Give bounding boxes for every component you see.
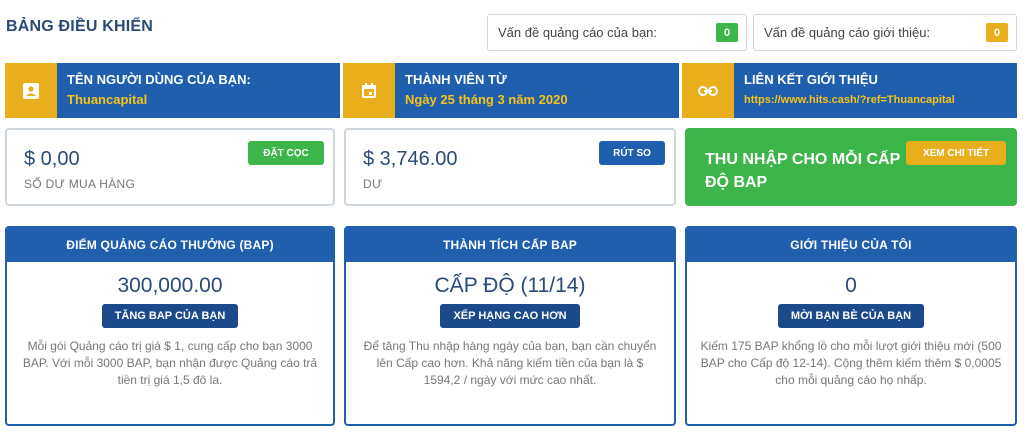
my-ad-issues-box: Vấn đề quảng cáo của bạn: 0 [487, 14, 747, 51]
bap-points-description: Mỗi gói Quảng cáo trị giá $ 1, cung cấp … [22, 339, 318, 387]
my-referrals-value: 0 [845, 274, 857, 297]
bap-points-value: 300,000.00 [117, 274, 223, 297]
referral-ad-issues-label: Vấn đề quảng cáo giới thiệu: [764, 25, 931, 40]
increase-bap-button[interactable]: TĂNG BAP CỦA BẠN [101, 304, 239, 328]
page-title: BẢNG ĐIỀU KHIỂN [6, 18, 154, 35]
username-value: Thuancapital [67, 92, 148, 107]
earnings-per-level-card: THU NHẬP CHO MỖI CẤP ĐỘ BAP XEM CHI TIẾT [685, 128, 1017, 206]
rank-up-button[interactable]: XẾP HẠNG CAO HƠN [440, 304, 580, 328]
my-referrals-description: Kiếm 175 BAP khổng lồ cho mỗi lượt giới … [700, 339, 1002, 387]
referral-link-card: LIÊN KẾT GIỚI THIỆU https://www.hits.cas… [682, 63, 1017, 118]
invite-friends-button[interactable]: MỜI BẠN BÈ CỦA BẠN [777, 304, 925, 328]
bap-level-card: THÀNH TÍCH CẤP BAP CẤP ĐỘ (11/14) XẾP HẠ… [344, 226, 676, 426]
link-icon [682, 63, 734, 118]
user-badge-icon [5, 63, 57, 118]
member-since-card: THÀNH VIÊN TỪ Ngày 25 tháng 3 năm 2020 [343, 63, 679, 118]
balance-card: $ 3,746.00 DƯ RÚT SO [344, 128, 676, 206]
referral-link-value[interactable]: https://www.hits.cash/?ref=Thuancapital [744, 94, 1007, 106]
bap-level-header: THÀNH TÍCH CẤP BAP [346, 228, 674, 262]
purchase-balance-card: $ 0,00 SỐ DƯ MUA HÀNG ĐẶT CỌC [5, 128, 335, 206]
referral-ad-issues-count-badge[interactable]: 0 [986, 23, 1008, 42]
username-card: TÊN NGƯỜI DÙNG CỦA BẠN: Thuancapital [5, 63, 340, 118]
balance-amount: $ 3,746.00 [363, 148, 458, 170]
bap-level-description: Để tăng Thu nhập hàng ngày của bạn, bạn … [363, 339, 657, 387]
username-title: TÊN NGƯỜI DÙNG CỦA BẠN: [67, 72, 251, 87]
referral-ad-issues-box: Vấn đề quảng cáo giới thiệu: 0 [753, 14, 1017, 51]
bap-points-card: ĐIỂM QUẢNG CÁO THƯỞNG (BAP) 300,000.00 T… [5, 226, 335, 426]
member-since-title: THÀNH VIÊN TỪ [405, 72, 507, 87]
member-since-value: Ngày 25 tháng 3 năm 2020 [405, 92, 568, 107]
purchase-balance-amount: $ 0,00 [24, 148, 80, 170]
bap-points-header: ĐIỂM QUẢNG CÁO THƯỞNG (BAP) [7, 228, 333, 262]
referral-link-title: LIÊN KẾT GIỚI THIỆU [744, 72, 878, 87]
my-referrals-card: GIỚI THIỆU CỦA TÔI 0 MỜI BẠN BÈ CỦA BẠN … [685, 226, 1017, 426]
calendar-icon [343, 63, 395, 118]
deposit-button[interactable]: ĐẶT CỌC [248, 141, 324, 165]
balance-label: DƯ [363, 177, 383, 191]
view-details-button[interactable]: XEM CHI TIẾT [906, 141, 1006, 165]
earnings-per-level-title: THU NHẬP CHO MỖI CẤP ĐỘ BAP [705, 151, 900, 191]
my-ad-issues-label: Vấn đề quảng cáo của bạn: [498, 25, 658, 40]
my-ad-issues-count-badge[interactable]: 0 [716, 23, 738, 42]
bap-level-value: CẤP ĐỘ (11/14) [434, 274, 586, 297]
my-referrals-header: GIỚI THIỆU CỦA TÔI [687, 228, 1015, 262]
purchase-balance-label: SỐ DƯ MUA HÀNG [24, 177, 136, 191]
withdraw-button[interactable]: RÚT SO [599, 141, 665, 165]
